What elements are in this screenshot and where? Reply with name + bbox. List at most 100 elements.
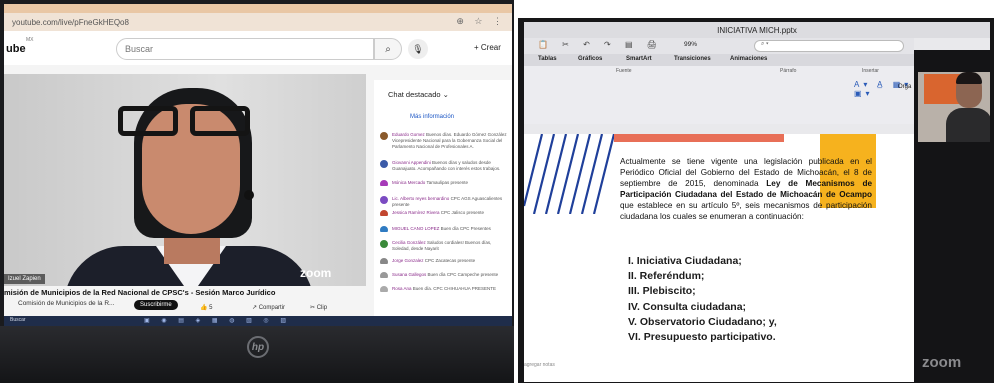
hp-logo-icon: hp (247, 336, 269, 358)
avatar[interactable] (380, 210, 388, 216)
paragraph-text-2: que establece en su artículo 5º, seis me… (620, 201, 872, 222)
youtube-create-button[interactable]: + Crear (474, 43, 501, 52)
browser-tab-bar[interactable] (4, 4, 512, 13)
avatar[interactable] (380, 286, 388, 292)
slide-notes-placeholder[interactable]: agregar notas (524, 362, 555, 368)
chat-author[interactable]: Lic. Alberto reyes bernardino (392, 196, 449, 201)
clip-button[interactable]: ✂ Clip (310, 304, 327, 311)
chat-message: Lic. Alberto reyes bernardino CPC AGS Ag… (380, 196, 510, 208)
windows-taskbar: Buscar ▣ ◉ ▤ ◈ ▦ ◍ ▧ ◎ ▨ (4, 316, 512, 326)
channel-name[interactable]: Comisión de Municipios de la R... (18, 300, 114, 307)
youtube-search-input[interactable]: Buscar (116, 38, 374, 60)
chat-message-text: Cecilia González Saludos cordiales! Buen… (392, 240, 510, 252)
chat-message-text: Jorge Gonzalez CPC Zacatecas presente (392, 258, 510, 264)
current-slide[interactable]: Actualmente se tiene vigente una legisla… (524, 134, 914, 382)
avatar[interactable] (380, 258, 388, 264)
subscribe-button[interactable]: Suscribirme (134, 300, 178, 310)
thumbs-up-icon: 👍 (200, 305, 210, 311)
chat-body: CPC Zacatecas presente (424, 258, 476, 263)
like-button[interactable]: 👍 5 (200, 304, 212, 311)
share-button[interactable]: ↗ Compartir (252, 304, 285, 311)
avatar[interactable] (380, 160, 388, 168)
chat-message-text: Mónica Mercado Tamaulipas presente (392, 180, 510, 186)
powerpoint-search-input[interactable]: ⌕ ▾ (754, 40, 904, 52)
taskbar-app-icons[interactable]: ▣ ◉ ▤ ◈ ▦ ◍ ▧ ◎ ▨ (144, 317, 291, 324)
youtube-logo[interactable]: ube (6, 43, 26, 55)
chat-author[interactable]: MIGUEL CANO LOPEZ (392, 226, 439, 231)
slide-mechanism-list[interactable]: I. Iniciativa Ciudadana; II. Referéndum;… (628, 254, 868, 345)
chat-author[interactable]: Mónica Mercado (392, 180, 425, 185)
chat-body: Tamaulipas presente (426, 180, 468, 185)
avatar[interactable] (380, 196, 388, 204)
chat-message-text: Giovanni Appendini Buenos días y saludos… (392, 160, 510, 172)
avatar[interactable] (380, 272, 388, 278)
glasses-lens-right (190, 106, 250, 136)
toolbar-icons[interactable]: 📋 ✂ ↶ ↷ ▤ 🖨 (538, 40, 663, 49)
chat-author[interactable]: Jessica Ramírez Rivera (392, 210, 440, 215)
zoom-video-panel: zoom (914, 50, 990, 382)
avatar[interactable] (380, 180, 388, 186)
tab-animaciones[interactable]: Animaciones (730, 56, 767, 62)
ribbon-group-fuente: Fuente (616, 68, 632, 74)
laptop-screen: youtube.com/live/pFneGkHEQo8 ⊕ ☆ ⋮ ube M… (4, 4, 512, 326)
participant-name-label: Izuel Zapien (4, 274, 45, 284)
browser-url[interactable]: youtube.com/live/pFneGkHEQo8 (12, 18, 129, 27)
tab-tablas[interactable]: Tablas (538, 56, 557, 62)
ribbon-organize-button[interactable]: Orga (898, 84, 911, 90)
chat-author[interactable]: Eduardo Gomez (392, 132, 425, 137)
chat-author[interactable]: Giovanni Appendini (392, 160, 431, 165)
chat-message-text: Eduardo Gomez Buenos días. Eduardo Gómez… (392, 132, 510, 150)
browser-toolbar-icons[interactable]: ⊕ ☆ ⋮ (456, 16, 506, 27)
chat-author[interactable]: Rosa Ana (392, 286, 412, 291)
taskbar-search[interactable]: Buscar (10, 317, 26, 323)
participant-body (946, 108, 990, 142)
powerpoint-quick-toolbar: 📋 ✂ ↶ ↷ ▤ 🖨 99% ⌕ ▾ (524, 38, 914, 54)
ribbon-content: Fuente Párrafo Insertar A▾ A̲ ▦▾ ▣▾ (524, 66, 914, 124)
avatar[interactable] (380, 132, 388, 140)
slide-paragraph[interactable]: Actualmente se tiene vigente una legisla… (620, 156, 872, 222)
right-photo-monitor: INICIATIVA MICH.pptx 📋 ✂ ↶ ↷ ▤ 🖨 99% ⌕ ▾… (518, 18, 994, 383)
slide-diagonal-lines (524, 134, 614, 214)
chat-author[interactable]: Jorge Gonzalez (392, 258, 424, 263)
zoom-participant-video[interactable] (918, 72, 990, 142)
search-icon: ⌕ (385, 43, 391, 55)
tab-smartart[interactable]: SmartArt (626, 56, 652, 62)
youtube-search-placeholder: Buscar (125, 44, 154, 54)
youtube-voice-search-button[interactable]: 🎙 (408, 39, 428, 59)
list-item: IV. Consulta ciudadana; (628, 300, 747, 313)
ribbon-group-insertar: Insertar (862, 68, 879, 74)
chat-more-info-link[interactable]: Más información (410, 114, 454, 120)
live-chat-panel: Chat destacado ⌄ Más información Eduardo… (374, 80, 512, 316)
video-player[interactable]: Izuel Zapien zoom (4, 74, 366, 286)
powerpoint-title-bar: INICIATIVA MICH.pptx (524, 22, 990, 38)
chat-author[interactable]: Cecilia González (392, 240, 426, 245)
avatar[interactable] (380, 226, 388, 232)
tab-transiciones[interactable]: Transiciones (674, 56, 711, 62)
chat-body: Buen día. CPC CHIHUAHUA PRESENTE (412, 286, 497, 291)
chat-body: Buen día CPC Campeche presente (427, 272, 499, 277)
mic-icon: 🎙 (412, 43, 424, 54)
zoom-watermark: zoom (922, 354, 962, 371)
chat-message: Cecilia González Saludos cordiales! Buen… (380, 240, 510, 252)
chat-message: MIGUEL CANO LOPEZ Buen día CPC Presentes (380, 226, 510, 232)
chat-message: Jessica Ramírez Rivera CPC Jalisco prese… (380, 210, 510, 216)
chat-message: Susana Gallegos Buen día CPC Campeche pr… (380, 272, 510, 278)
chat-mode-dropdown[interactable]: Chat destacado ⌄ (388, 90, 449, 99)
chat-body: CPC Jalisco presente (440, 210, 485, 215)
youtube-header: ube MX Buscar ⌕ 🎙 + Crear (4, 31, 512, 65)
chat-message: Mónica Mercado Tamaulipas presente (380, 180, 510, 186)
avatar[interactable] (380, 240, 388, 248)
left-photo-laptop: youtube.com/live/pFneGkHEQo8 ⊕ ☆ ⋮ ube M… (0, 0, 514, 383)
clip-label: Clip (316, 305, 328, 311)
chat-message: Jorge Gonzalez CPC Zacatecas presente (380, 258, 510, 264)
chat-author[interactable]: Susana Gallegos (392, 272, 426, 277)
zoom-watermark: zoom (300, 266, 332, 280)
tab-graficos[interactable]: Gráficos (578, 56, 602, 62)
chat-message-text: Lic. Alberto reyes bernardino CPC AGS Ag… (392, 196, 510, 208)
background-cabinet (924, 74, 960, 104)
youtube-search-button[interactable]: ⌕ (374, 38, 402, 60)
browser-address-bar[interactable]: youtube.com/live/pFneGkHEQo8 ⊕ ☆ ⋮ (4, 13, 512, 31)
zoom-level[interactable]: 99% (684, 41, 697, 48)
like-count: 5 (209, 305, 213, 311)
chat-message-text: Jessica Ramírez Rivera CPC Jalisco prese… (392, 210, 510, 216)
